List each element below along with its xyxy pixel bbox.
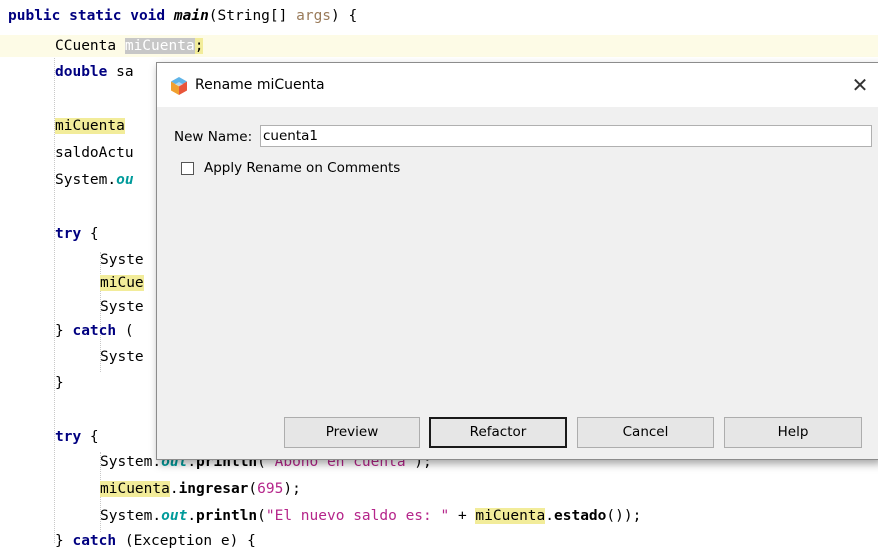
code-line-11: miCue [100, 275, 144, 291]
preview-button[interactable]: Preview [284, 417, 420, 448]
code-line-19: miCuenta.ingresar(695); [100, 481, 301, 497]
code-line-9: try { [55, 226, 99, 242]
code-line-15: } [55, 375, 64, 391]
code-line-6: saldoActu [55, 145, 134, 161]
code-line-20: System.out.println("El nuevo saldo es: "… [100, 508, 642, 524]
help-button[interactable]: Help [724, 417, 862, 448]
close-button[interactable]: ✕ [843, 70, 877, 100]
code-line-3: double sa [55, 64, 134, 80]
code-line-2: CCuenta miCuenta; [0, 35, 878, 57]
code-line-21: } catch (Exception e) { [55, 533, 256, 549]
apply-rename-comments-label: Apply Rename on Comments [204, 160, 401, 176]
rename-dialog: Rename miCuenta ✕ New Name: Apply Rename… [156, 62, 878, 460]
dialog-titlebar[interactable]: Rename miCuenta ✕ [157, 63, 878, 107]
code-line-12: Syste [100, 299, 144, 315]
cancel-button[interactable]: Cancel [577, 417, 714, 448]
code-line-1: public static void main(String[] args) { [8, 8, 358, 24]
new-name-input[interactable] [260, 125, 872, 147]
indent-guide [54, 38, 55, 543]
code-line-17: try { [55, 429, 99, 445]
code-line-7: System.ou [55, 172, 134, 188]
refactor-button[interactable]: Refactor [429, 417, 567, 448]
new-name-label: New Name: [174, 129, 253, 145]
code-line-10: Syste [100, 252, 144, 268]
code-line-14: Syste [100, 349, 144, 365]
code-line-13: } catch ( [55, 323, 134, 339]
netbeans-cube-icon [171, 77, 187, 95]
selected-variable: miCuenta [124, 38, 195, 54]
dialog-title: Rename miCuenta [195, 77, 325, 93]
code-line-5: miCuenta [55, 118, 125, 134]
apply-rename-comments-checkbox[interactable] [181, 162, 194, 175]
